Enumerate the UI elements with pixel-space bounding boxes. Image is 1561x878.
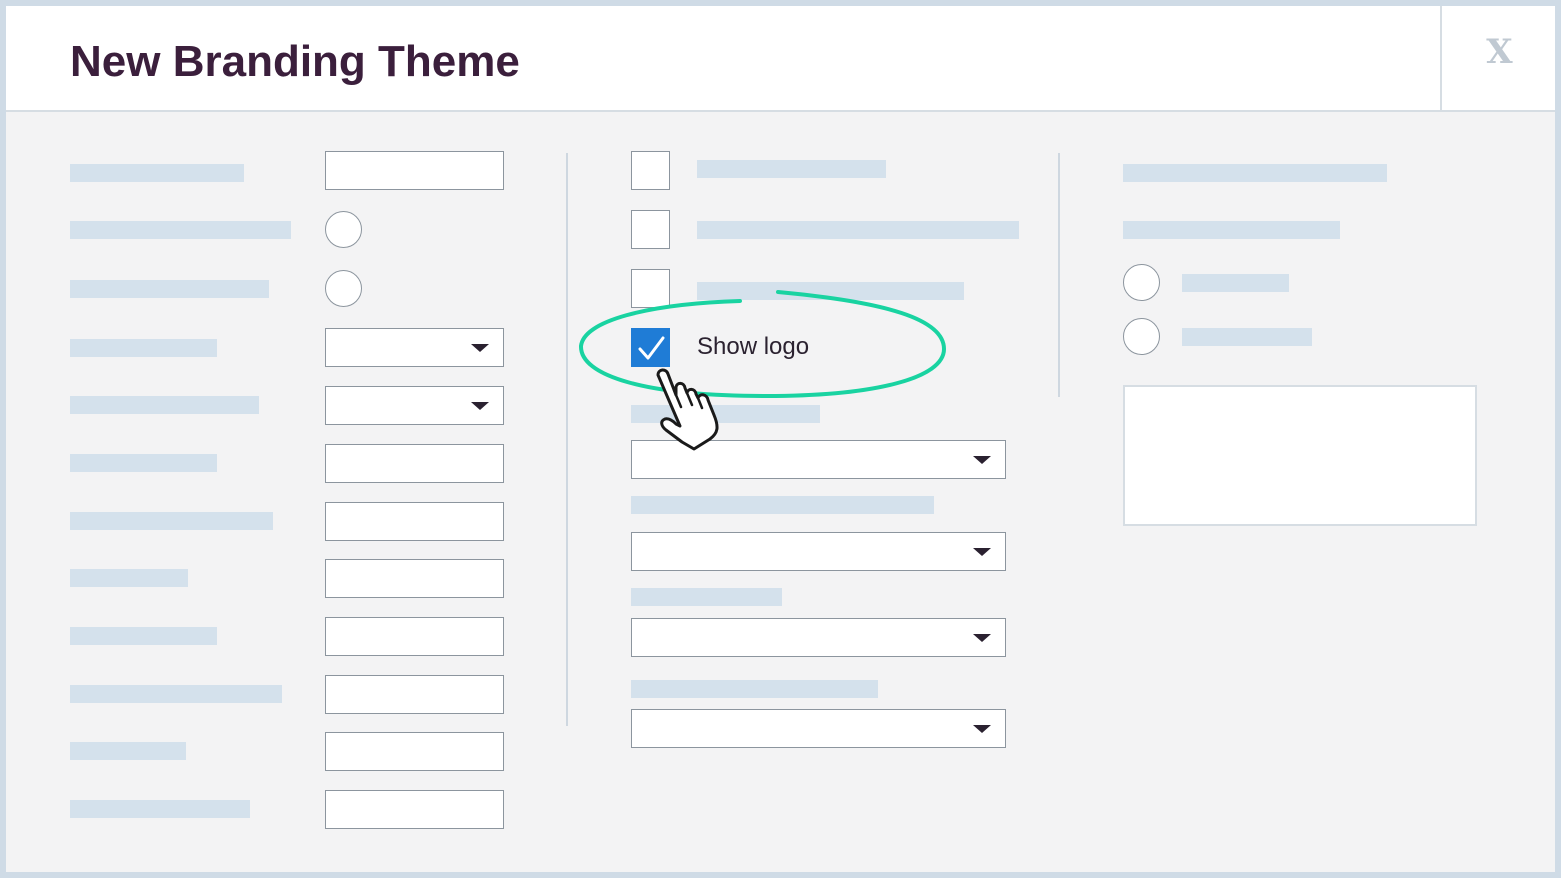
- branding-theme-dialog: New Branding Theme X Show logo: [6, 6, 1555, 872]
- highlight-ellipse: [578, 290, 947, 399]
- annotation-overlay: [578, 290, 947, 451]
- hand-pointer-icon: [656, 368, 719, 451]
